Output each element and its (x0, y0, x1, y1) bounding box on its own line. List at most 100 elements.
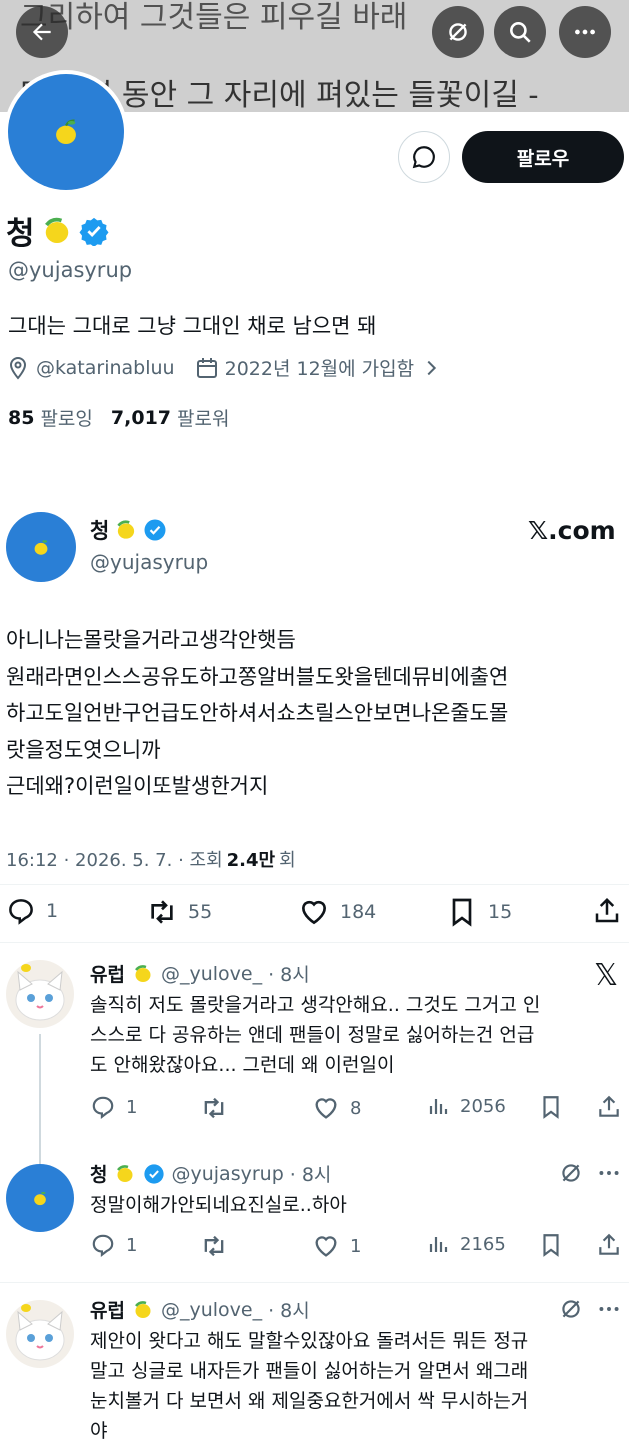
follow-stats: 85 팔로잉 7,017 팔로워 (8, 404, 229, 431)
followers-label[interactable]: 팔로워 (177, 404, 229, 431)
reply-views-action[interactable]: 2165 (426, 1232, 506, 1256)
reply-view-count: 2165 (460, 1233, 506, 1255)
location-pin-icon (9, 356, 27, 380)
grok-icon[interactable] (558, 1160, 584, 1190)
tweet-view-count[interactable]: 2.4만 (227, 846, 275, 872)
bookmark-icon (452, 898, 472, 927)
followers-count[interactable]: 7,017 (111, 407, 171, 429)
grok-icon (449, 23, 467, 41)
reply-retweet-action[interactable] (200, 1094, 228, 1122)
reply-icon (9, 899, 33, 925)
following-count[interactable]: 85 (8, 407, 34, 429)
reply-reply-count: 1 (126, 1234, 138, 1256)
reply-reply-action[interactable]: 1 (90, 1232, 137, 1258)
reply-author-avatar[interactable] (6, 1300, 74, 1368)
banner-handwriting-line-1: 그리하여 그것들은 피우길 바래 (20, 0, 408, 35)
tweet-meta: 16:12 · 2026. 5. 7. · 조회 2.4만 회 (6, 846, 296, 872)
tweet-body-line: 하고도일언반구언급도안하셔서쇼츠릴스안보면나온줄도몰 (6, 701, 509, 725)
more-dots-icon (575, 29, 595, 35)
retweet-action[interactable]: 55 (146, 896, 212, 928)
reply-like-action[interactable]: 1 (312, 1232, 361, 1260)
reply-retweet-action[interactable] (200, 1232, 228, 1260)
reply-author-avatar[interactable] (6, 960, 74, 1028)
bookmark-icon (543, 1234, 559, 1257)
reply-time: · 8시 (268, 1300, 310, 1322)
tweet-author-avatar[interactable] (6, 512, 76, 582)
verified-badge-icon (144, 1163, 165, 1184)
reply-header: 유럽 @_yulove_ · 8시 (90, 1296, 310, 1323)
reply-author-name[interactable]: 청 (90, 1160, 107, 1187)
follow-button[interactable]: 팔로우 (462, 131, 624, 183)
following-label[interactable]: 팔로잉 (40, 404, 92, 431)
reply-icon (92, 1096, 114, 1119)
arrow-left-icon (32, 23, 51, 41)
reply-like-action[interactable]: 8 (312, 1094, 361, 1122)
bookmark-action[interactable]: 15 (446, 896, 512, 928)
reply-time: · 8시 (289, 1164, 332, 1186)
reply-text-line: 정말이해가안되네요진실로..하아 (90, 1194, 347, 1216)
grok-icon[interactable] (558, 1296, 584, 1326)
more-dots-icon[interactable] (596, 1296, 622, 1326)
tweet-source: 𝕏.com (528, 516, 616, 545)
x-logo-icon: 𝕏 (594, 958, 619, 993)
more-dots-icon[interactable] (596, 1160, 622, 1190)
divider (0, 884, 629, 885)
heart-icon (301, 900, 327, 925)
retweet-icon (204, 1235, 224, 1257)
grok-button[interactable] (432, 6, 484, 58)
profile-bio: 그대는 그대로 그냥 그대인 채로 남으면 돼 (8, 314, 377, 338)
tweet-author-handle[interactable]: @yujasyrup (90, 550, 208, 574)
views-chart-icon (429, 1099, 448, 1114)
share-icon (595, 897, 619, 923)
reply-view-count: 2056 (460, 1095, 506, 1117)
chevron-right-icon[interactable] (420, 357, 442, 379)
reply-text-line: 제안이 왓다고 해도 말할수있잖아요 돌려서든 뭐든 정규 (90, 1330, 529, 1352)
retweet-icon (204, 1097, 224, 1119)
profile-handle: @yujasyrup (8, 258, 133, 282)
profile-meta-row: @katarinabluu 2022년 12월에 가입함 (6, 354, 442, 381)
tweet-author-name[interactable]: 청 (90, 515, 109, 545)
lemon-emoji-icon (134, 964, 151, 982)
search-button[interactable] (494, 6, 546, 58)
reply-author-avatar[interactable] (6, 1164, 74, 1232)
tweet-timestamp: 16:12 · 2026. 5. 7. · 조회 (6, 850, 223, 871)
profile-joined-date: 2022년 12월에 가입함 (224, 358, 415, 380)
lemon-icon (34, 540, 48, 555)
profile-location: @katarinabluu (36, 356, 175, 379)
reply-reply-count: 1 (126, 1096, 138, 1118)
share-action[interactable] (592, 896, 622, 926)
divider (0, 942, 629, 943)
reply-count: 1 (46, 900, 59, 922)
thread-line (39, 1034, 41, 1166)
reply-share-action[interactable] (596, 1232, 622, 1258)
reply-bookmark-action[interactable] (538, 1232, 564, 1258)
bookmark-icon (543, 1096, 559, 1119)
more-button[interactable] (559, 6, 611, 58)
reply-time: · 8시 (268, 964, 310, 986)
reply-author-name[interactable]: 유럽 (90, 1296, 125, 1323)
profile-avatar[interactable] (4, 70, 128, 194)
heart-icon (315, 1098, 337, 1119)
reply-views-action[interactable]: 2056 (426, 1094, 506, 1118)
reply-header: 청 @yujasyrup · 8시 (90, 1160, 331, 1187)
reply-author-handle[interactable]: @_yulove_ (161, 963, 262, 985)
reply-author-name[interactable]: 유럽 (90, 960, 125, 987)
like-action[interactable]: 184 (298, 896, 376, 928)
tweet-body-line: 아니나는몰랏을거라고생각안햇듬 (6, 628, 296, 652)
lemon-emoji-icon (117, 1164, 133, 1182)
views-chart-icon (429, 1237, 448, 1252)
reply-share-action[interactable] (596, 1094, 622, 1120)
tweet-view-suffix: 회 (279, 850, 296, 871)
message-button[interactable] (398, 131, 450, 183)
profile-name: 청 (6, 216, 35, 252)
tweet-body-line: 랏을정도엿으니까 (6, 737, 161, 762)
bookmark-count: 15 (488, 901, 513, 923)
heart-icon (315, 1236, 337, 1257)
reply-reply-action[interactable]: 1 (90, 1094, 137, 1120)
reply-bookmark-action[interactable] (538, 1094, 564, 1120)
back-button[interactable] (16, 6, 68, 58)
tweet-author-row: 청 (90, 515, 167, 545)
reply-action[interactable]: 1 (6, 896, 58, 926)
reply-author-handle[interactable]: @_yulove_ (161, 1299, 262, 1321)
reply-author-handle[interactable]: @yujasyrup (171, 1163, 283, 1185)
